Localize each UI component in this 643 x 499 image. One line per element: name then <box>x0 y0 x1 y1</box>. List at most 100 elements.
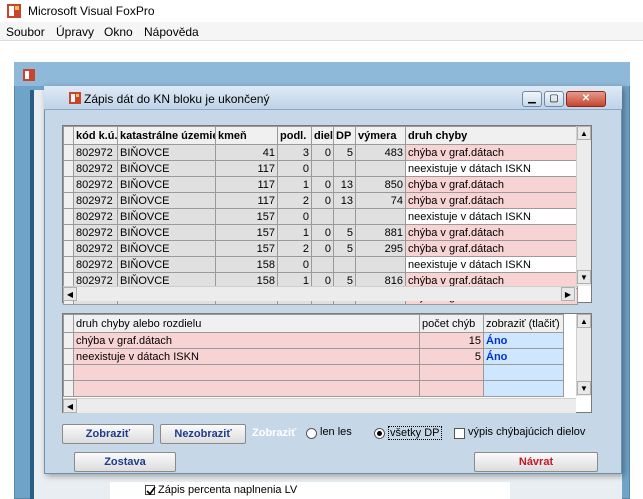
cell-diel[interactable] <box>311 160 334 177</box>
cell-vymera[interactable]: 295 <box>355 240 406 257</box>
scroll-right-icon[interactable]: ▶ <box>561 287 575 301</box>
summary-vertical-scrollbar[interactable]: ▲ ▼ <box>576 314 591 396</box>
cell-podl[interactable]: 1 <box>277 176 312 193</box>
col-header-zobrazit[interactable]: zobraziť (tlačiť) <box>483 314 564 333</box>
show-button[interactable]: Zobraziť <box>62 424 154 444</box>
row-selector[interactable] <box>63 256 74 273</box>
row-selector[interactable] <box>63 208 74 225</box>
cell-dp[interactable]: 13 <box>333 176 356 193</box>
cell-kod[interactable]: 802972 <box>73 240 118 257</box>
cell-diel[interactable]: 0 <box>311 192 334 209</box>
cell-kmen[interactable]: 117 <box>215 160 278 177</box>
col-header-kod[interactable]: kód k.ú. <box>73 126 118 145</box>
cell-vymera[interactable]: 850 <box>355 176 406 193</box>
table-row[interactable]: 802972 BIŇOVCE 117 2 0 13 74 chýba v graf.dátac… <box>63 192 578 209</box>
cell-vymera[interactable] <box>355 256 406 273</box>
maximize-button[interactable]: ▢ <box>544 91 564 107</box>
radio-len-les[interactable] <box>306 428 317 439</box>
cell-podl[interactable]: 2 <box>277 192 312 209</box>
summary-grid[interactable]: druh chyby alebo rozdielu počet chýb zob… <box>62 313 592 413</box>
errors-vertical-scrollbar[interactable]: ▲ ▼ <box>576 126 591 286</box>
cell-diel[interactable]: 0 <box>311 240 334 257</box>
menu-napoveda[interactable]: Nápověda <box>144 25 199 39</box>
cell-kmen[interactable]: 117 <box>215 192 278 209</box>
cell-pocet[interactable]: 15 <box>419 332 484 349</box>
radio-vsetky-dp-label[interactable]: všetky DP <box>388 426 442 440</box>
table-row[interactable]: 802972 BIŇOVCE 157 0 neexistuje v dátach ISK… <box>63 208 578 225</box>
col-header-kmen[interactable]: kmeň <box>215 126 278 145</box>
cell-dp[interactable] <box>333 256 356 273</box>
cell-diel[interactable]: 0 <box>311 224 334 241</box>
cell-dp[interactable]: 5 <box>333 240 356 257</box>
table-row[interactable]: 802972 BIŇOVCE 158 0 neexistuje v dátach ISK… <box>63 256 578 273</box>
cell-podl[interactable]: 2 <box>277 240 312 257</box>
row-selector[interactable] <box>63 176 74 193</box>
cell-podl[interactable]: 0 <box>277 208 312 225</box>
report-button[interactable]: Zostava <box>74 452 176 472</box>
percent-checkbox[interactable] <box>145 485 156 496</box>
menu-okno[interactable]: Okno <box>104 25 133 39</box>
table-row[interactable]: 802972 BIŇOVCE 157 1 0 5 881 chýba v graf.dátac… <box>63 224 578 241</box>
cell-katastralne[interactable]: BIŇOVCE <box>117 160 216 177</box>
radio-vsetky-dp[interactable] <box>374 428 385 439</box>
errors-grid[interactable]: kód k.ú. katastrálne územie kmeň podl. d… <box>62 125 592 305</box>
scroll-left-icon[interactable]: ◀ <box>63 399 77 413</box>
cell-zobrazit[interactable]: Áno <box>483 332 564 349</box>
scroll-down-icon[interactable]: ▼ <box>577 270 591 284</box>
table-row[interactable]: 802972 BIŇOVCE 117 1 0 13 850 chýba v graf.dáta… <box>63 176 578 193</box>
col-header-vymera[interactable]: výmera <box>355 126 406 145</box>
cell-kmen[interactable]: 117 <box>215 176 278 193</box>
cell-vymera[interactable]: 74 <box>355 192 406 209</box>
cell-druh[interactable]: chýba v graf.dátach <box>405 240 578 257</box>
cell-druh[interactable]: chýba v graf.dátach <box>405 224 578 241</box>
scroll-down-icon[interactable]: ▼ <box>577 381 591 395</box>
cell-podl[interactable]: 3 <box>277 144 312 161</box>
cell-diel[interactable] <box>311 208 334 225</box>
missing-parts-checkbox-label[interactable]: výpis chýbajúcich dielov <box>468 426 585 438</box>
cell-druh[interactable]: neexistuje v dátach ISKN <box>405 256 578 273</box>
cell-kod[interactable]: 802972 <box>73 160 118 177</box>
row-selector[interactable] <box>63 240 74 257</box>
col-header-katastralne[interactable]: katastrálne územie <box>117 126 216 145</box>
table-row[interactable]: chýba v graf.dátach 15 Áno <box>63 332 564 349</box>
cell-kmen[interactable]: 157 <box>215 208 278 225</box>
cell-dp[interactable] <box>333 160 356 177</box>
cell-kmen[interactable]: 41 <box>215 144 278 161</box>
cell-druh[interactable]: chýba v graf.dátach <box>405 176 578 193</box>
menu-upravy[interactable]: Úpravy <box>56 25 94 39</box>
scroll-left-icon[interactable]: ◀ <box>63 287 77 301</box>
table-row[interactable]: neexistuje v dátach ISKN 5 Áno <box>63 348 564 365</box>
cell-podl[interactable]: 1 <box>277 224 312 241</box>
cell-kmen[interactable]: 157 <box>215 224 278 241</box>
col-header-druh-rozdielu[interactable]: druh chyby alebo rozdielu <box>73 314 420 333</box>
summary-horizontal-scrollbar[interactable]: ◀ <box>63 398 576 413</box>
row-selector[interactable] <box>63 332 74 349</box>
cell-katastralne[interactable]: BIŇOVCE <box>117 240 216 257</box>
menu-soubor[interactable]: Soubor <box>6 25 45 39</box>
cell-pocet[interactable]: 5 <box>419 348 484 365</box>
cell-katastralne[interactable]: BIŇOVCE <box>117 176 216 193</box>
cell-kod[interactable]: 802972 <box>73 208 118 225</box>
cell-druh[interactable]: neexistuje v dátach ISKN <box>405 160 578 177</box>
scroll-up-icon[interactable]: ▲ <box>577 314 591 328</box>
row-selector[interactable] <box>63 348 74 365</box>
scroll-up-icon[interactable]: ▲ <box>577 126 591 140</box>
cell-druh-rozdielu[interactable]: neexistuje v dátach ISKN <box>73 348 420 365</box>
cell-diel[interactable]: 0 <box>311 176 334 193</box>
table-row[interactable]: 802972 BIŇOVCE 41 3 0 5 483 chýba v graf.dátach <box>63 144 578 161</box>
minimize-button[interactable]: ▁ <box>522 91 542 107</box>
row-selector[interactable] <box>63 192 74 209</box>
col-header-pocet[interactable]: počet chýb <box>419 314 484 333</box>
cell-kod[interactable]: 802972 <box>73 144 118 161</box>
cell-katastralne[interactable]: BIŇOVCE <box>117 256 216 273</box>
cell-vymera[interactable]: 881 <box>355 224 406 241</box>
cell-katastralne[interactable]: BIŇOVCE <box>117 192 216 209</box>
radio-len-les-label[interactable]: len les <box>320 426 352 438</box>
cell-zobrazit[interactable]: Áno <box>483 348 564 365</box>
cell-vymera[interactable] <box>355 160 406 177</box>
cell-dp[interactable] <box>333 208 356 225</box>
cell-podl[interactable]: 0 <box>277 160 312 177</box>
missing-parts-checkbox[interactable] <box>454 428 465 439</box>
hide-button[interactable]: Nezobraziť <box>160 424 246 444</box>
cell-vymera[interactable]: 483 <box>355 144 406 161</box>
